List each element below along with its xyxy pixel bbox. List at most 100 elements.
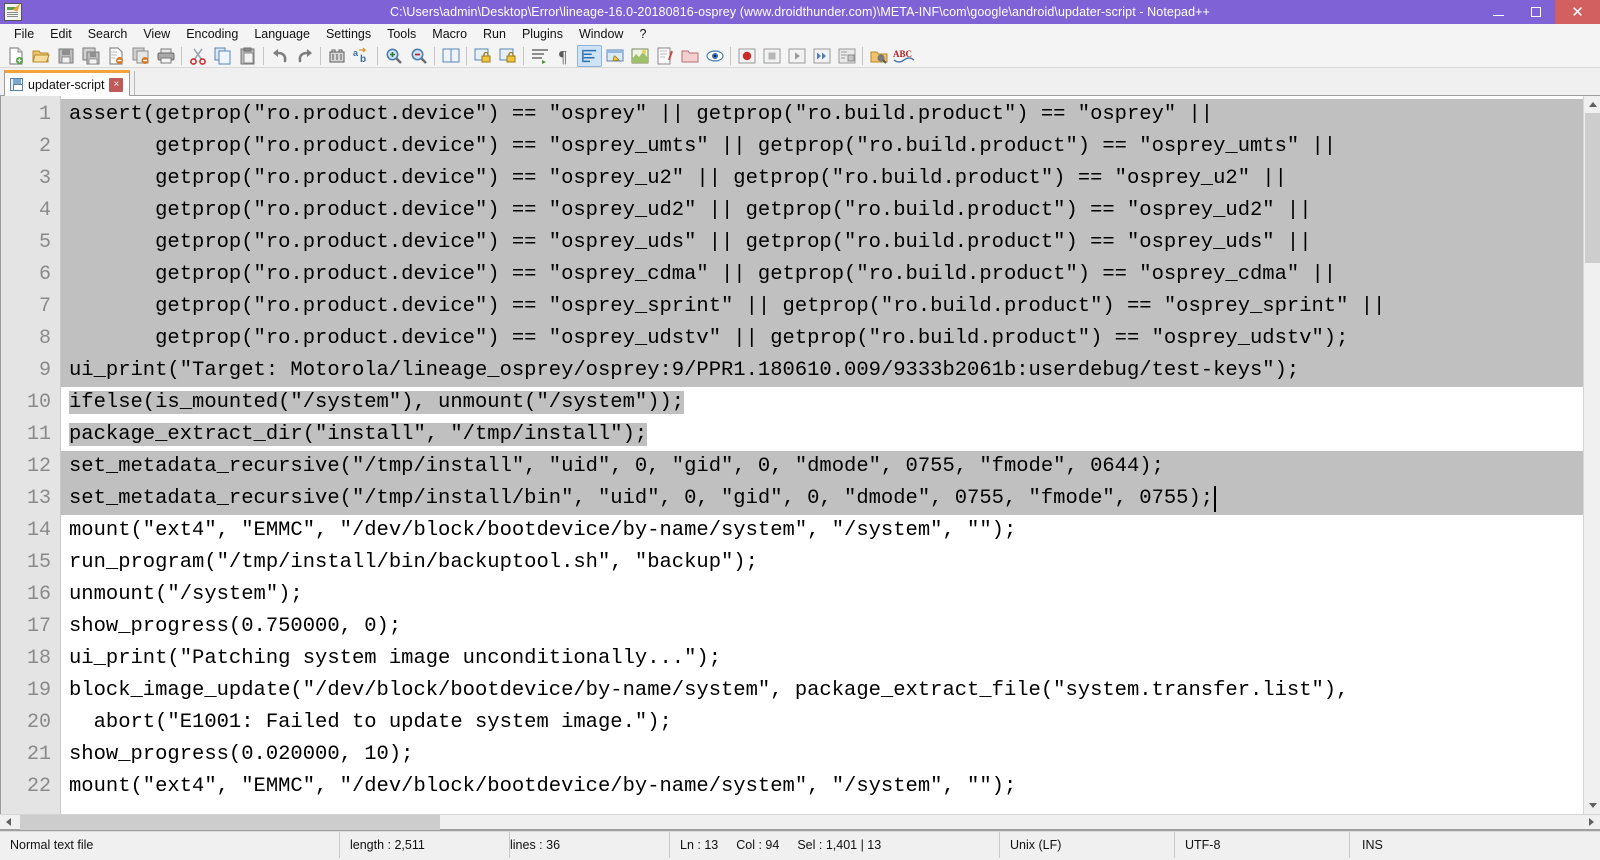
code-line[interactable]: getprop("ro.product.device") == "osprey_… bbox=[61, 131, 1600, 163]
menu-item-language[interactable]: Language bbox=[246, 26, 318, 42]
folder-as-workspace-icon[interactable] bbox=[677, 45, 702, 67]
menu-item-help[interactable]: ? bbox=[631, 26, 654, 42]
close-file-icon[interactable] bbox=[103, 45, 128, 67]
zoom-in-icon[interactable] bbox=[381, 45, 406, 67]
sync-vertical-scroll-icon[interactable] bbox=[438, 45, 463, 67]
code-line[interactable]: getprop("ro.product.device") == "osprey_… bbox=[61, 259, 1600, 291]
menu-item-view[interactable]: View bbox=[135, 26, 178, 42]
code-line[interactable]: show_progress(0.020000, 10); bbox=[61, 739, 1600, 771]
menu-item-run[interactable]: Run bbox=[475, 26, 514, 42]
scroll-left-button[interactable] bbox=[0, 814, 17, 831]
menu-item-search[interactable]: Search bbox=[80, 26, 136, 42]
stop-recording-icon[interactable] bbox=[759, 45, 784, 67]
save-all-icon[interactable] bbox=[78, 45, 103, 67]
code-line[interactable]: getprop("ro.product.device") == "osprey_… bbox=[61, 227, 1600, 259]
code-line[interactable]: getprop("ro.product.device") == "osprey_… bbox=[61, 163, 1600, 195]
code-line[interactable]: assert(getprop("ro.product.device") == "… bbox=[61, 99, 1600, 131]
horizontal-scroll-track[interactable] bbox=[17, 814, 1583, 830]
code-line[interactable]: getprop("ro.product.device") == "osprey_… bbox=[61, 291, 1600, 323]
menu-item-encoding[interactable]: Encoding bbox=[178, 26, 246, 42]
code-line[interactable]: ui_print("Target: Motorola/lineage_ospre… bbox=[61, 355, 1600, 387]
copy-icon[interactable] bbox=[210, 45, 235, 67]
zoom-out-icon[interactable] bbox=[406, 45, 431, 67]
word-wrap-off-icon[interactable] bbox=[470, 45, 495, 67]
code-canvas[interactable]: assert(getprop("ro.product.device") == "… bbox=[61, 96, 1600, 814]
horizontal-scrollbar[interactable] bbox=[0, 814, 1600, 831]
menu-item-macro[interactable]: Macro bbox=[424, 26, 475, 42]
menu-item-plugins[interactable]: Plugins bbox=[514, 26, 571, 42]
word-wrap-on-icon[interactable] bbox=[495, 45, 520, 67]
code-line[interactable]: mount("ext4", "EMMC", "/dev/block/bootde… bbox=[61, 515, 1600, 547]
print-icon[interactable] bbox=[153, 45, 178, 67]
title-bar[interactable]: C:\Users\admin\Desktop\Error\lineage-16.… bbox=[0, 0, 1600, 24]
close-button[interactable]: ✕ bbox=[1555, 0, 1600, 24]
close-all-files-icon[interactable] bbox=[128, 45, 153, 67]
line-number-gutter: 1 2 3 4 5 6 7 8 9 10 11 12 13 14 15 16 17 18 19 20 21 22 bbox=[1, 96, 61, 814]
tab-updater-script[interactable]: updater-script × bbox=[4, 70, 131, 96]
code-line[interactable]: show_progress(0.750000, 0); bbox=[61, 611, 1600, 643]
minimize-button[interactable] bbox=[1479, 0, 1517, 24]
vertical-scroll-thumb[interactable] bbox=[1585, 113, 1600, 263]
new-file-icon[interactable] bbox=[3, 45, 28, 67]
toolbar-separator bbox=[320, 46, 321, 65]
cut-icon[interactable] bbox=[185, 45, 210, 67]
menu-item-tools[interactable]: Tools bbox=[379, 26, 424, 42]
code-line[interactable]: ifelse(is_mounted("/system"), unmount("/… bbox=[61, 387, 1600, 419]
save-macro-icon[interactable] bbox=[834, 45, 859, 67]
replace-icon[interactable]: ab bbox=[349, 45, 374, 67]
code-line[interactable]: set_metadata_recursive("/tmp/install", "… bbox=[61, 451, 1600, 483]
line-number: 12 bbox=[26, 455, 51, 478]
toolbar-separator bbox=[730, 46, 731, 65]
code-line[interactable]: mount("ext4", "EMMC", "/dev/block/bootde… bbox=[61, 771, 1600, 803]
paste-icon[interactable] bbox=[235, 45, 260, 67]
spell-check-icon[interactable]: ABC bbox=[891, 45, 916, 67]
status-lines: lines : 36 bbox=[510, 831, 670, 858]
tab-close-icon[interactable]: × bbox=[109, 77, 124, 92]
editor-area[interactable]: 1 2 3 4 5 6 7 8 9 10 11 12 13 14 15 16 17 18 19 20 21 22 asse… bbox=[0, 96, 1600, 814]
document-map-icon[interactable] bbox=[627, 45, 652, 67]
undo-icon[interactable] bbox=[267, 45, 292, 67]
chevron-right-icon bbox=[1589, 818, 1594, 826]
redo-icon[interactable] bbox=[292, 45, 317, 67]
user-defined-dialog-icon[interactable] bbox=[602, 45, 627, 67]
save-icon[interactable] bbox=[53, 45, 78, 67]
code-line[interactable]: block_image_update("/dev/block/bootdevic… bbox=[61, 675, 1600, 707]
toolbar-separator bbox=[466, 46, 467, 65]
record-macro-icon[interactable] bbox=[734, 45, 759, 67]
show-whitespace-icon[interactable] bbox=[577, 44, 602, 67]
svg-text:a: a bbox=[353, 48, 359, 58]
function-list-icon[interactable] bbox=[652, 45, 677, 67]
status-eol-format: Unix (LF) bbox=[1000, 831, 1175, 858]
menu-item-file[interactable]: File bbox=[6, 26, 42, 42]
code-line[interactable]: ui_print("Patching system image uncondit… bbox=[61, 643, 1600, 675]
run-icon[interactable] bbox=[866, 45, 891, 67]
monitor-icon[interactable] bbox=[702, 45, 727, 67]
menu-item-settings[interactable]: Settings bbox=[318, 26, 379, 42]
code-line[interactable]: abort("E1001: Failed to update system im… bbox=[61, 707, 1600, 739]
code-line[interactable]: unmount("/system"); bbox=[61, 579, 1600, 611]
show-indent-guide-icon[interactable] bbox=[527, 45, 552, 67]
scroll-up-button[interactable] bbox=[1584, 96, 1600, 113]
vertical-scrollbar[interactable] bbox=[1583, 96, 1600, 814]
code-line[interactable]: set_metadata_recursive("/tmp/install/bin… bbox=[61, 483, 1600, 515]
menu-item-window[interactable]: Window bbox=[571, 26, 631, 42]
code-line[interactable]: run_program("/tmp/install/bin/backuptool… bbox=[61, 547, 1600, 579]
horizontal-scroll-thumb[interactable] bbox=[20, 814, 440, 830]
maximize-button[interactable] bbox=[1517, 0, 1555, 24]
toolbar: ab ¶ ABC bbox=[0, 44, 1600, 68]
tab-label: updater-script bbox=[28, 77, 105, 92]
line-number: 5 bbox=[38, 231, 51, 254]
line-number: 7 bbox=[38, 295, 51, 318]
code-line[interactable]: getprop("ro.product.device") == "osprey_… bbox=[61, 323, 1600, 355]
show-all-characters-icon[interactable]: ¶ bbox=[552, 45, 577, 67]
code-line[interactable]: package_extract_dir("install", "/tmp/ins… bbox=[61, 419, 1600, 451]
line-number: 21 bbox=[26, 743, 51, 766]
code-line[interactable]: getprop("ro.product.device") == "osprey_… bbox=[61, 195, 1600, 227]
open-file-icon[interactable] bbox=[28, 45, 53, 67]
scroll-right-button[interactable] bbox=[1583, 814, 1600, 831]
scroll-down-button[interactable] bbox=[1584, 797, 1600, 814]
run-macro-multiple-icon[interactable] bbox=[809, 45, 834, 67]
find-icon[interactable] bbox=[324, 45, 349, 67]
play-macro-icon[interactable] bbox=[784, 45, 809, 67]
menu-item-edit[interactable]: Edit bbox=[42, 26, 80, 42]
